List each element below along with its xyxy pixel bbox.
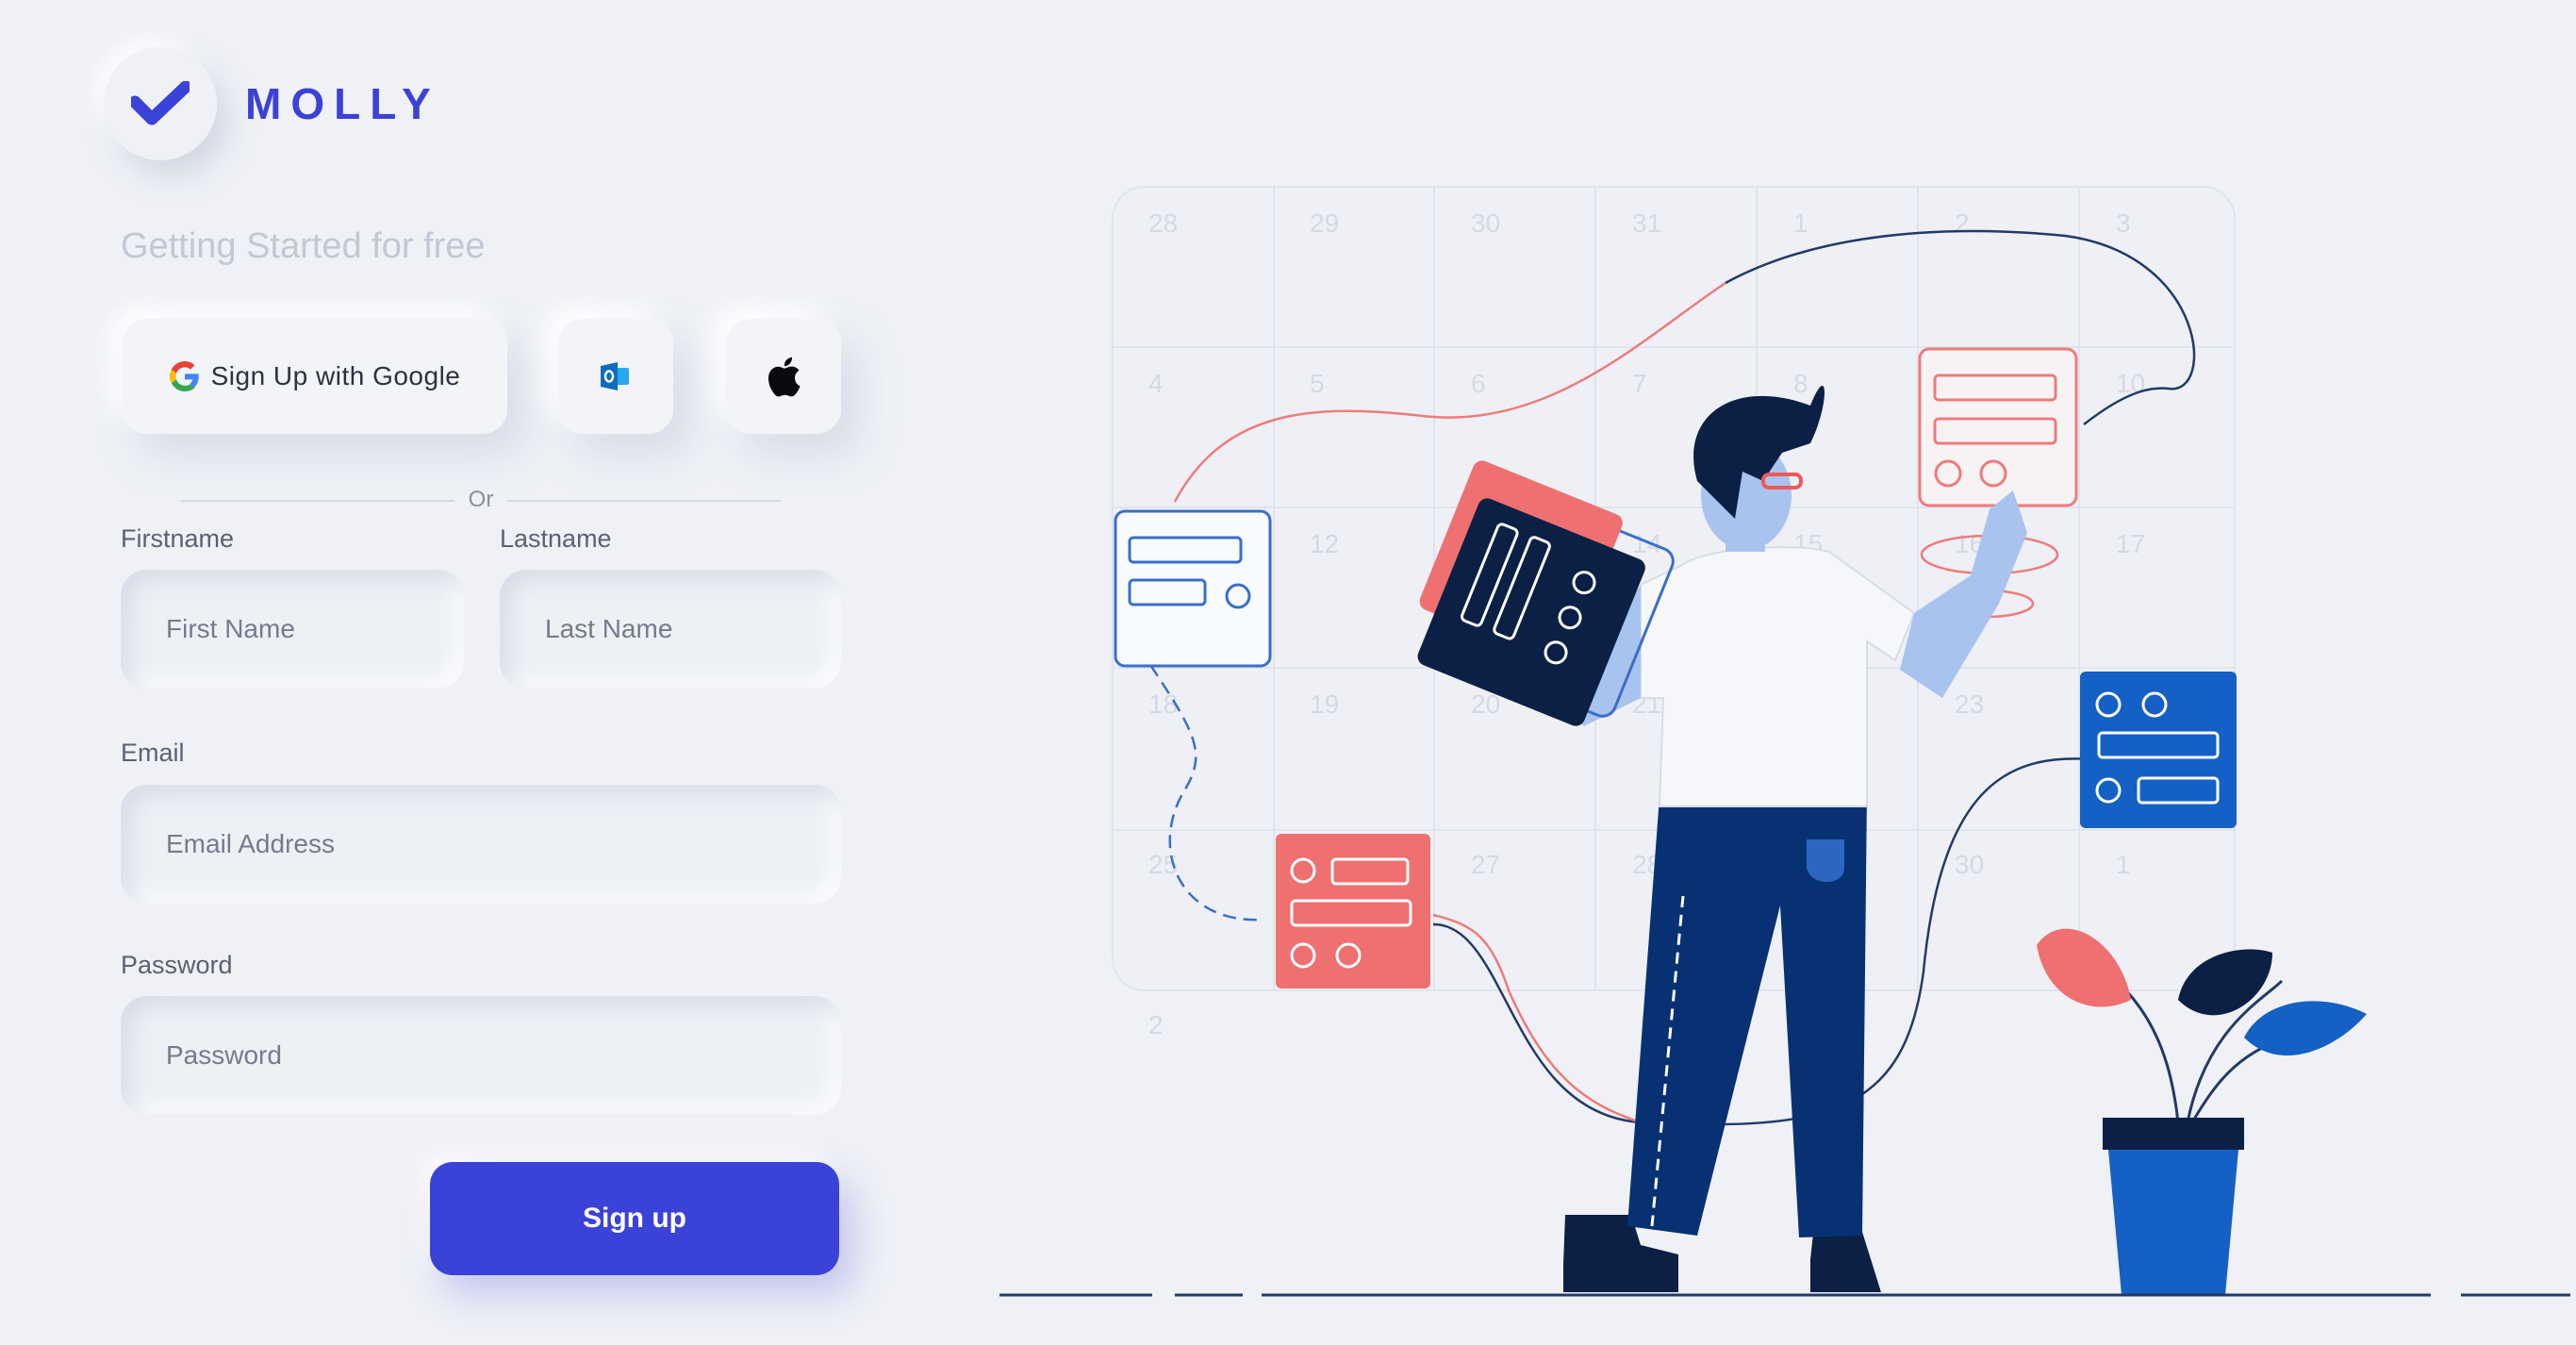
lastname-label: Lastname — [500, 524, 612, 553]
google-signup-label: Sign Up with Google — [210, 361, 461, 390]
lastname-field-wrap — [500, 570, 841, 689]
brand-name: MOLLY — [245, 79, 440, 128]
firstname-label: Firstname — [121, 524, 235, 553]
calendar-day-number: 28 — [1148, 208, 1178, 238]
email-field-wrap — [121, 785, 841, 904]
calendar-day-number: 4 — [1148, 369, 1164, 398]
calendar-day-number: 2 — [1148, 1010, 1164, 1039]
email-input[interactable] — [121, 785, 841, 904]
card-outline-left — [1114, 509, 1272, 668]
calendar-day-number: 10 — [2116, 369, 2145, 398]
calendar-day-number: 30 — [1955, 850, 1984, 879]
calendar-day-number: 23 — [1955, 689, 1984, 719]
page-title: Getting Started for free — [121, 226, 486, 266]
card-blue-right — [2080, 672, 2237, 828]
plant-illustration — [2037, 928, 2367, 1295]
calendar-day-number: 5 — [1310, 369, 1325, 398]
outlook-signup-button[interactable] — [558, 319, 673, 434]
firstname-input[interactable] — [121, 570, 464, 689]
apple-signup-button[interactable] — [726, 319, 841, 434]
planner-illustration: 2829303112345678910111213141516171819202… — [999, 186, 2570, 1297]
calendar-day-number: 27 — [1471, 850, 1500, 879]
calendar-day-number: 12 — [1310, 529, 1339, 558]
calendar-day-number: 1 — [1793, 208, 1808, 238]
apple-icon — [768, 357, 801, 397]
google-g-icon — [169, 361, 199, 391]
calendar-illustration: 2829303112345678910111213141516171819202… — [981, 170, 2576, 1345]
or-divider: Or — [181, 483, 781, 521]
signup-page: MOLLY Getting Started for free Sign Up w… — [0, 0, 2576, 1345]
calendar-day-number: 29 — [1310, 208, 1339, 238]
outlook-icon — [601, 362, 629, 390]
calendar-day-number: 3 — [2116, 208, 2131, 238]
checkmark-logo-icon — [104, 47, 217, 160]
password-field-wrap — [121, 996, 841, 1115]
calendar-day-number: 6 — [1471, 369, 1486, 398]
calendar-day-number: 14 — [1632, 529, 1661, 558]
divider-line-right — [507, 500, 781, 502]
lastname-input[interactable] — [500, 570, 841, 689]
calendar-day-number: 2 — [1955, 208, 1970, 238]
password-label: Password — [121, 951, 233, 979]
calendar-day-number: 30 — [1471, 208, 1500, 238]
card-red-bottom — [1276, 834, 1430, 988]
signup-button[interactable]: Sign up — [430, 1162, 839, 1275]
calendar-day-number: 17 — [2116, 529, 2145, 558]
calendar-day-number: 7 — [1632, 369, 1647, 398]
card-outline-red — [1918, 347, 2078, 507]
google-signup-button[interactable]: Sign Up with Google — [123, 319, 507, 434]
email-label: Email — [121, 739, 185, 767]
calendar-day-number: 8 — [1793, 369, 1808, 398]
calendar-day-number: 31 — [1632, 208, 1661, 238]
password-input[interactable] — [121, 996, 841, 1115]
firstname-field-wrap — [121, 570, 464, 689]
calendar-day-number: 18 — [1148, 689, 1178, 719]
brand-logo: MOLLY — [104, 47, 440, 160]
calendar-day-number: 19 — [1310, 689, 1339, 719]
calendar-day-number: 1 — [2116, 850, 2131, 879]
